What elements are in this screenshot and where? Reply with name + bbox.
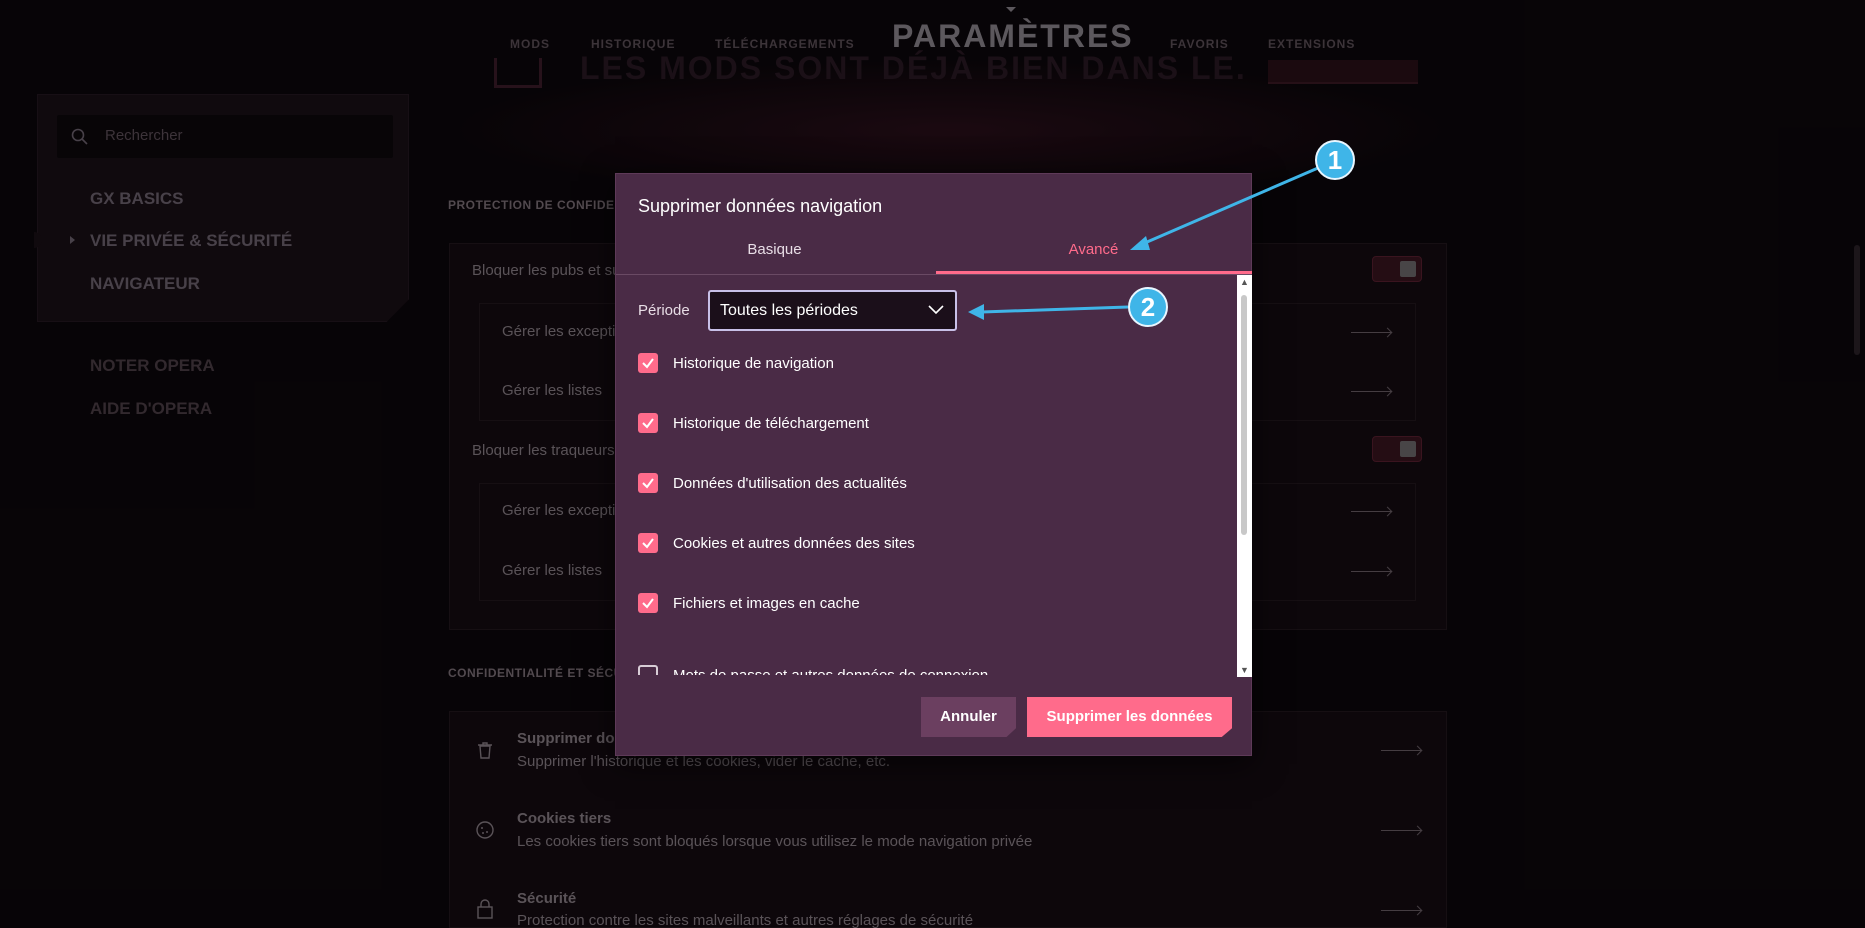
annotation-badge-1: 1 bbox=[1315, 140, 1355, 180]
annotation-arrow-1 bbox=[1139, 166, 1319, 247]
annotation-arrow-2 bbox=[981, 305, 1129, 314]
annotation-badge-2: 2 bbox=[1128, 287, 1168, 327]
annotation-arrowhead-2 bbox=[968, 304, 984, 320]
annotation-arrows bbox=[968, 166, 1319, 320]
annotation-arrowhead-1 bbox=[1130, 236, 1150, 250]
